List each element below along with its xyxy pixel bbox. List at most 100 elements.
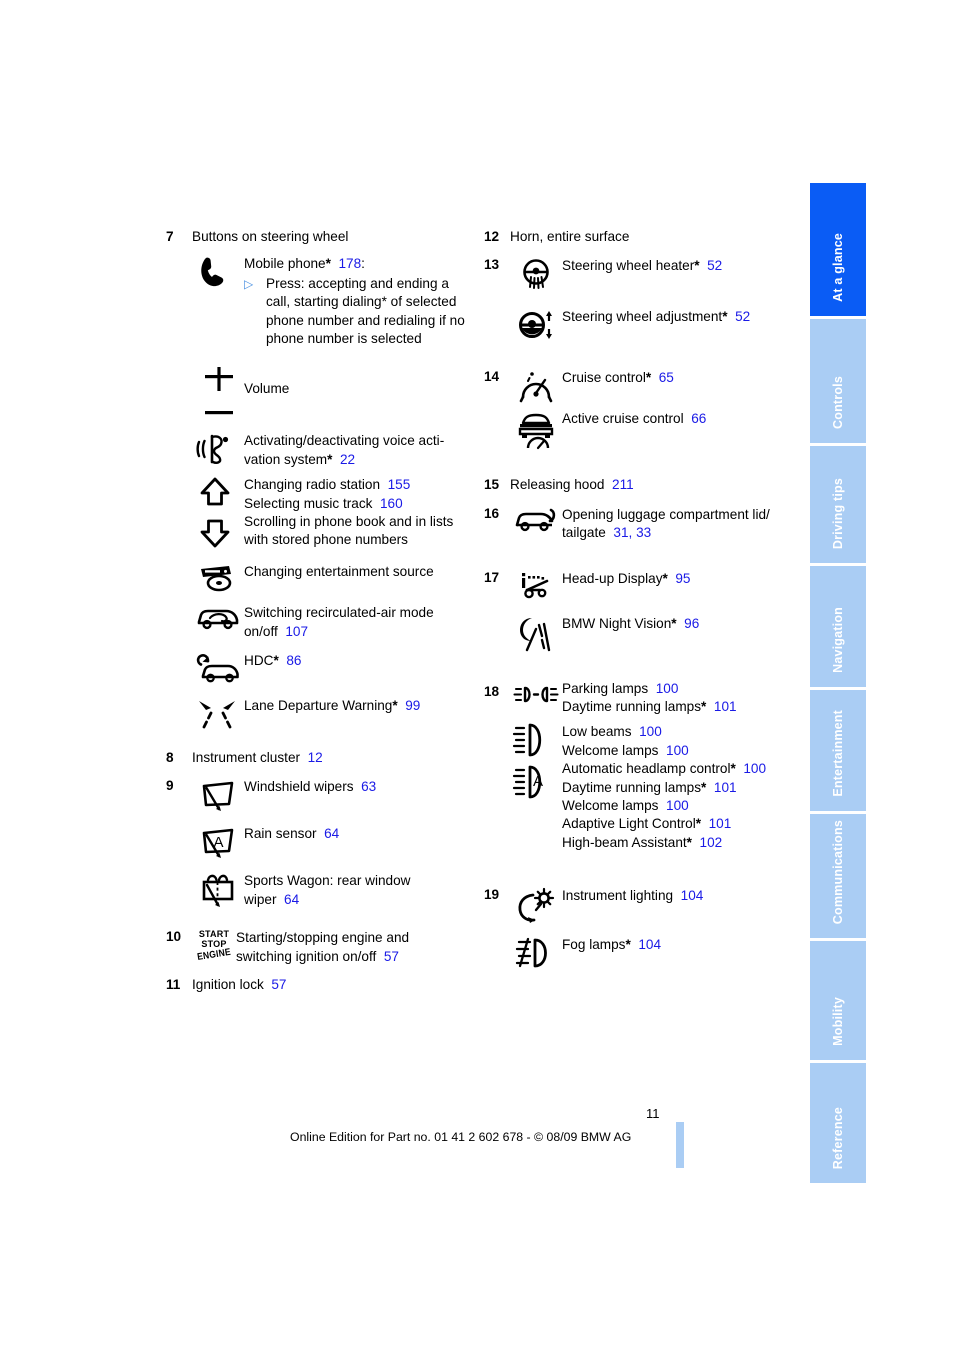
page-ref[interactable]: 64: [324, 826, 339, 841]
low-label: Low beams: [562, 724, 632, 740]
list-item-19: 19 Instrument lighting 104: [484, 886, 784, 925]
page-ref[interactable]: 101: [714, 780, 737, 795]
page-ref[interactable]: 12: [308, 750, 323, 765]
item-number: 9: [166, 778, 174, 794]
tab-controls[interactable]: Controls: [810, 319, 866, 443]
page-ref[interactable]: 99: [405, 698, 420, 713]
page-ref[interactable]: 160: [380, 496, 403, 511]
steering-wheel-heater-icon: [510, 256, 562, 297]
svg-text:A: A: [533, 773, 543, 790]
page-ref[interactable]: 178: [338, 256, 361, 271]
tab-label: Mobility: [831, 997, 845, 1046]
option-star: *: [730, 761, 736, 777]
page-ref[interactable]: 104: [638, 937, 661, 952]
page-ref[interactable]: 52: [735, 309, 750, 324]
page-ref-b[interactable]: 33: [636, 525, 651, 540]
option-star: *: [273, 653, 279, 669]
item-number: 12: [484, 229, 500, 244]
item-number: 16: [484, 505, 500, 521]
entry-night-vision: BMW Night Vision* 96: [484, 614, 784, 653]
list-item-17: 17 Head-up Display* 95: [484, 569, 784, 604]
tab-navigation[interactable]: Navigation: [810, 566, 866, 687]
page-ref[interactable]: 66: [691, 411, 706, 426]
night-vision-label: BMW Night Vision: [562, 615, 672, 631]
right-column: 12 Horn, entire surface 13 Steering whee…: [484, 228, 784, 970]
page-ref[interactable]: 52: [707, 258, 722, 273]
page-ref[interactable]: 86: [286, 653, 301, 668]
page-ref[interactable]: 57: [271, 977, 286, 992]
cruise-text: Cruise control* 65: [562, 368, 784, 387]
list-item-7: 7 Buttons on steering wheel: [166, 228, 466, 246]
rain-sensor-icon: A: [192, 824, 244, 861]
tab-driving-tips[interactable]: Driving tips: [810, 446, 866, 563]
page-ref[interactable]: 102: [700, 835, 723, 850]
page-ref[interactable]: 65: [659, 370, 674, 385]
page-ref[interactable]: 22: [340, 452, 355, 467]
item-text: Releasing hood 211: [510, 476, 784, 494]
option-star: *: [392, 698, 398, 714]
heater-text: Steering wheel heater* 52: [562, 256, 784, 275]
option-star: *: [694, 258, 700, 274]
entry-recirculated-air: Switching recirculated-air mode on/off 1…: [166, 603, 466, 641]
phone-handset-icon: [192, 254, 244, 289]
wipers-label: Windshield wipers: [244, 779, 354, 795]
parking-line: Parking lamps 100: [562, 680, 784, 698]
cruise-label: Cruise control: [562, 370, 646, 386]
rear-window-wiper-icon: [192, 871, 244, 910]
option-star: *: [701, 779, 707, 795]
option-star: *: [722, 309, 728, 325]
option-star: *: [686, 834, 692, 850]
option-star: *: [325, 256, 331, 272]
list-item-12: 12 Horn, entire surface: [484, 228, 784, 246]
tab-reference[interactable]: Reference: [810, 1063, 866, 1183]
fog-lamps-icon: [510, 935, 562, 970]
steering-wheel-adjustment-icon: [510, 307, 562, 342]
trunk-text: Opening luggage compartment lid/ tailgat…: [562, 505, 784, 543]
list-item-18: 18 Parking lamps 100 Daytime running lam…: [484, 679, 784, 717]
low-line: Low beams 100: [562, 723, 784, 741]
page-ref[interactable]: 100: [666, 798, 689, 813]
parking-lamps-icon: [510, 679, 562, 705]
item-title: Buttons on steering wheel: [192, 229, 349, 244]
page-ref-a[interactable]: 31: [613, 525, 628, 540]
page-ref[interactable]: 64: [284, 892, 299, 907]
page-ref[interactable]: 107: [285, 624, 308, 639]
page-ref[interactable]: 100: [656, 681, 679, 696]
page-ref[interactable]: 96: [684, 616, 699, 631]
tab-at-a-glance[interactable]: At a glance: [810, 183, 866, 316]
page-ref[interactable]: 100: [743, 761, 766, 776]
page-ref[interactable]: 101: [709, 816, 732, 831]
tab-mobility[interactable]: Mobility: [810, 941, 866, 1060]
page-ref[interactable]: 211: [612, 477, 634, 492]
item-number: 19: [484, 887, 500, 903]
alc-label: Adaptive Light Control: [562, 816, 696, 832]
adjust-text: Steering wheel adjustment* 52: [562, 307, 784, 326]
music-line: Selecting music track 160: [244, 495, 466, 513]
tab-entertainment[interactable]: Entertainment: [810, 690, 866, 811]
page-ref[interactable]: 100: [639, 724, 662, 739]
page-ref[interactable]: 104: [681, 888, 704, 903]
option-star: *: [671, 615, 677, 631]
entry-steering-wheel-adjustment: Steering wheel adjustment* 52: [484, 307, 784, 342]
drl1-label: Daytime running lamps: [562, 699, 702, 715]
page-ref[interactable]: 101: [714, 699, 737, 714]
page-ref[interactable]: 100: [666, 743, 689, 758]
page-ref[interactable]: 63: [361, 779, 376, 794]
low-beam-headlamp-icons: A: [510, 722, 562, 806]
item-number: 10: [166, 929, 182, 945]
ignition-lock-label: Ignition lock: [192, 977, 264, 993]
list-item-8: 8 Instrument cluster 12: [166, 749, 466, 767]
footer-text: Online Edition for Part no. 01 41 2 602 …: [290, 1130, 632, 1144]
page-ref[interactable]: 155: [388, 477, 411, 492]
radio-label: Changing radio station: [244, 477, 381, 493]
entry-rear-window-wiper: Sports Wagon: rear window wiper 64: [166, 871, 466, 910]
tab-communications[interactable]: Communications: [810, 814, 866, 938]
page-ref[interactable]: 57: [384, 949, 399, 964]
option-star: *: [645, 370, 652, 386]
ldw-label: Lane Departure Warning: [244, 698, 393, 714]
page-ref[interactable]: 95: [675, 571, 690, 586]
head-up-display-icon: [510, 569, 562, 604]
list-item-13: 13 Steering wheel heater* 52: [484, 256, 784, 297]
left-column: 7 Buttons on steering wheel Mobile phone…: [166, 228, 466, 995]
triangle-bullet-icon: ▷: [244, 276, 254, 291]
